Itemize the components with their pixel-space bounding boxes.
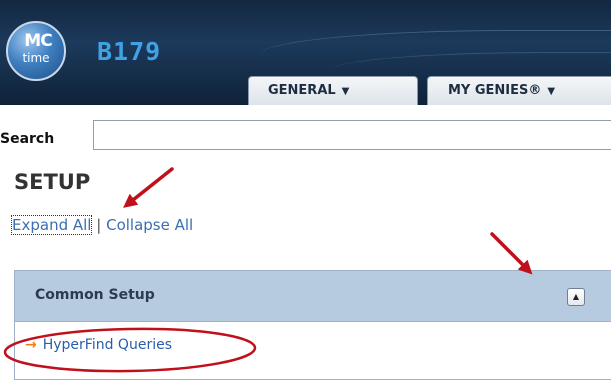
annotation-overlay <box>3 167 533 373</box>
annotation-arrow <box>123 167 174 208</box>
annotation-ellipse <box>3 327 257 373</box>
annotation-arrow <box>490 232 533 275</box>
